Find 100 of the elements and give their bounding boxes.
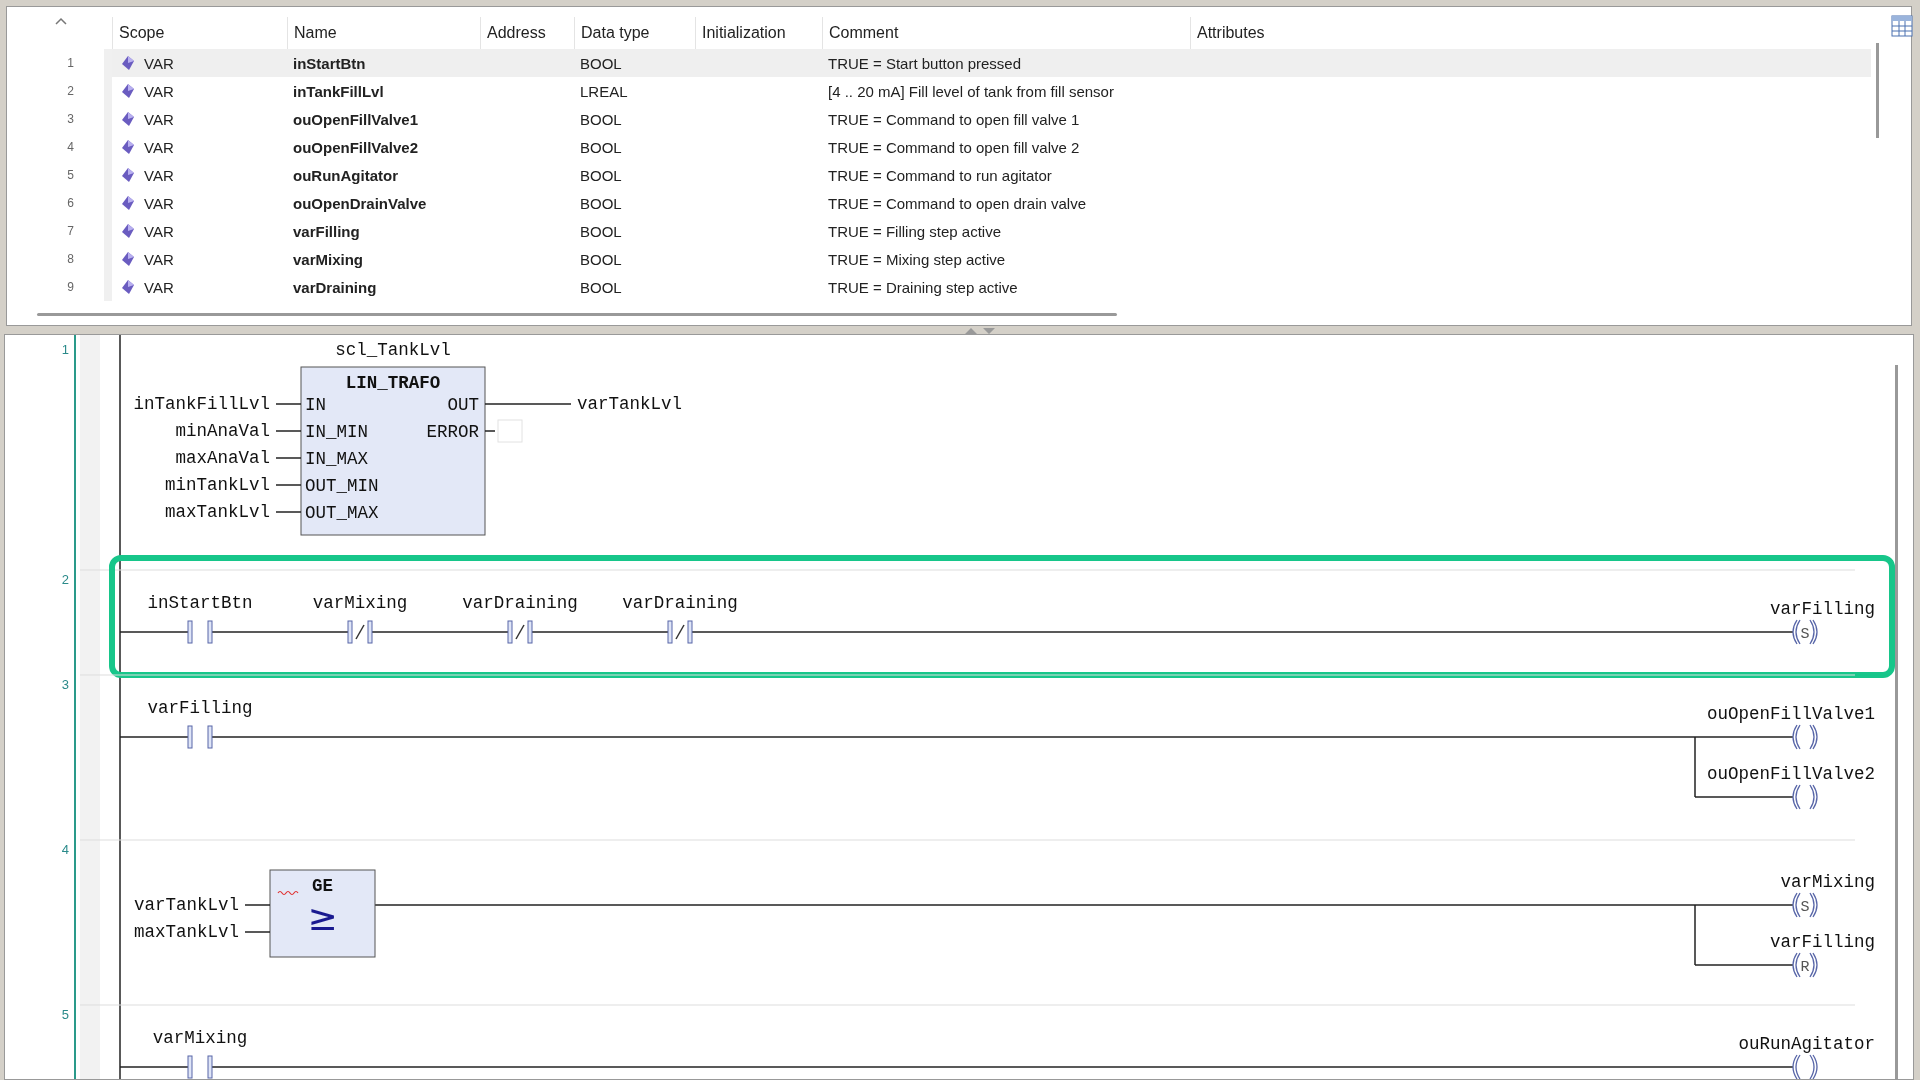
coil-label: varFilling bbox=[1769, 599, 1875, 619]
row-number: 1 bbox=[67, 56, 74, 70]
coil-label: ouOpenFillValve2 bbox=[1706, 764, 1875, 784]
vertical-scrollbar[interactable] bbox=[1895, 365, 1898, 1079]
pin-label: OUT bbox=[447, 395, 479, 415]
contact-label: varDraining bbox=[462, 593, 578, 613]
table-cell: TRUE = Command to open fill valve 1 bbox=[828, 110, 1080, 128]
table-row[interactable]: 5 VAR ouRunAgitator BOOL TRUE = Command to run agitator bbox=[7, 161, 1871, 189]
table-cell: VAR bbox=[144, 250, 174, 268]
input-variable: maxTankLvl bbox=[164, 502, 270, 522]
table-cell: VAR bbox=[144, 194, 174, 212]
table-row[interactable]: 9 VAR varDraining BOOL TRUE = Draining step active bbox=[7, 273, 1871, 301]
input-variable: minTankLvl bbox=[164, 475, 270, 495]
coil[interactable] bbox=[1792, 1054, 1818, 1079]
table-row[interactable]: 2 VAR inTankFillLvl LREAL [4 .. 20 mA] Fill level of tank from fill sensor bbox=[7, 77, 1871, 105]
table-cell: TRUE = Draining step active bbox=[828, 278, 1018, 296]
table-row[interactable]: 1 VAR inStartBtn BOOL TRUE = Start button pressed bbox=[7, 49, 1871, 77]
negated-contact[interactable] bbox=[347, 620, 373, 644]
table-cell: TRUE = Filling step active bbox=[828, 222, 1001, 240]
row-number: 6 bbox=[67, 196, 74, 210]
input-variable: maxTankLvl bbox=[133, 922, 239, 942]
network-number: 4 bbox=[61, 842, 69, 857]
table-cell: BOOL bbox=[580, 166, 622, 184]
table-cell: VAR bbox=[144, 54, 174, 72]
input-variable: maxAnaVal bbox=[175, 448, 270, 468]
table-cell: VAR bbox=[144, 138, 174, 156]
table-cell: TRUE = Start button pressed bbox=[828, 54, 1021, 72]
contact-label: varFilling bbox=[147, 698, 253, 718]
table-cell: BOOL bbox=[580, 194, 622, 212]
row-number: 5 bbox=[67, 168, 74, 182]
table-row[interactable]: 6 VAR ouOpenDrainValve BOOL TRUE = Command to open drain valve bbox=[7, 189, 1871, 217]
table-cell: BOOL bbox=[580, 222, 622, 240]
table-cell: TRUE = Command to run agitator bbox=[828, 166, 1052, 184]
coil[interactable] bbox=[1792, 724, 1818, 750]
table-cell: TRUE = Command to open fill valve 2 bbox=[828, 138, 1080, 156]
table-cell: TRUE = Command to open drain valve bbox=[828, 194, 1087, 212]
table-cell: LREAL bbox=[580, 82, 628, 100]
table-cell: VAR bbox=[144, 278, 174, 296]
variable-icon bbox=[122, 84, 134, 98]
pin-label: IN bbox=[305, 395, 326, 415]
pin-label: ERROR bbox=[426, 422, 479, 442]
row-number: 7 bbox=[67, 224, 74, 238]
variable-icon bbox=[122, 112, 134, 126]
table-cell: BOOL bbox=[580, 278, 622, 296]
variable-icon bbox=[122, 168, 134, 182]
coil[interactable] bbox=[1792, 784, 1818, 810]
table-cell: BOOL bbox=[580, 110, 622, 128]
block-type: LIN_TRAFO bbox=[345, 373, 441, 393]
network-number: 1 bbox=[61, 342, 69, 357]
variable-icon bbox=[122, 252, 134, 266]
contact[interactable] bbox=[187, 620, 213, 644]
pin-label: IN_MAX bbox=[305, 449, 368, 469]
table-row[interactable]: 8 VAR varMixing BOOL TRUE = Mixing step active bbox=[7, 245, 1871, 273]
table-cell: TRUE = Mixing step active bbox=[828, 250, 1006, 268]
negated-contact[interactable] bbox=[667, 620, 693, 644]
table-cell: VAR bbox=[144, 166, 174, 184]
coil-label: varMixing bbox=[1780, 872, 1875, 892]
coil[interactable]: R bbox=[1792, 952, 1818, 978]
input-variable: inTankFillLvl bbox=[133, 394, 270, 414]
network-number: 3 bbox=[61, 677, 69, 692]
table-cell: varFilling bbox=[293, 222, 360, 240]
table-cell: VAR bbox=[144, 222, 174, 240]
input-variable: varTankLvl bbox=[133, 895, 239, 915]
row-number: 9 bbox=[67, 280, 74, 294]
function-block[interactable] bbox=[300, 366, 486, 536]
splitter-arrows-icon[interactable] bbox=[963, 326, 997, 336]
block-type: GE bbox=[312, 876, 333, 896]
vertical-scrollbar[interactable] bbox=[1876, 43, 1879, 138]
horizontal-scrollbar[interactable] bbox=[37, 313, 1117, 316]
table-cell: VAR bbox=[144, 82, 174, 100]
output-variable: varTankLvl bbox=[577, 394, 683, 414]
table-row[interactable]: 3 VAR ouOpenFillValve1 BOOL TRUE = Command to open fill valve 1 bbox=[7, 105, 1871, 133]
pin-label: OUT_MAX bbox=[305, 503, 379, 523]
table-cell: BOOL bbox=[580, 54, 622, 72]
instance-name: scl_TankLvl bbox=[335, 340, 451, 360]
coil[interactable]: S bbox=[1792, 892, 1818, 918]
table-cell: inStartBtn bbox=[293, 54, 366, 72]
table-row[interactable]: 7 VAR varFilling BOOL TRUE = Filling step active bbox=[7, 217, 1871, 245]
contact[interactable] bbox=[187, 725, 213, 749]
contact-label: varDraining bbox=[622, 593, 738, 613]
collapse-icon[interactable] bbox=[55, 17, 67, 25]
table-cell: ouOpenDrainValve bbox=[293, 194, 427, 212]
input-variable: minAnaVal bbox=[175, 421, 270, 441]
contact-label: varMixing bbox=[152, 1028, 248, 1048]
function-block[interactable] bbox=[269, 869, 376, 958]
error-squiggle-icon bbox=[277, 890, 299, 896]
row-number: 8 bbox=[67, 252, 74, 266]
negated-contact[interactable] bbox=[507, 620, 533, 644]
table-cell: VAR bbox=[144, 110, 174, 128]
table-row[interactable]: 4 VAR ouOpenFillValve2 BOOL TRUE = Command to open fill valve 2 bbox=[7, 133, 1871, 161]
contact-label: varMixing bbox=[312, 593, 408, 613]
table-cell: BOOL bbox=[580, 138, 622, 156]
contact-label: inStartBtn bbox=[147, 593, 253, 613]
contact[interactable] bbox=[187, 1055, 213, 1079]
table-icon[interactable] bbox=[1891, 15, 1913, 37]
table-cell: ouRunAgitator bbox=[293, 166, 398, 184]
variable-icon bbox=[122, 224, 134, 238]
coil[interactable]: S bbox=[1792, 619, 1818, 645]
network-number: 2 bbox=[61, 572, 69, 587]
operator-symbol: ≥ bbox=[307, 897, 338, 938]
